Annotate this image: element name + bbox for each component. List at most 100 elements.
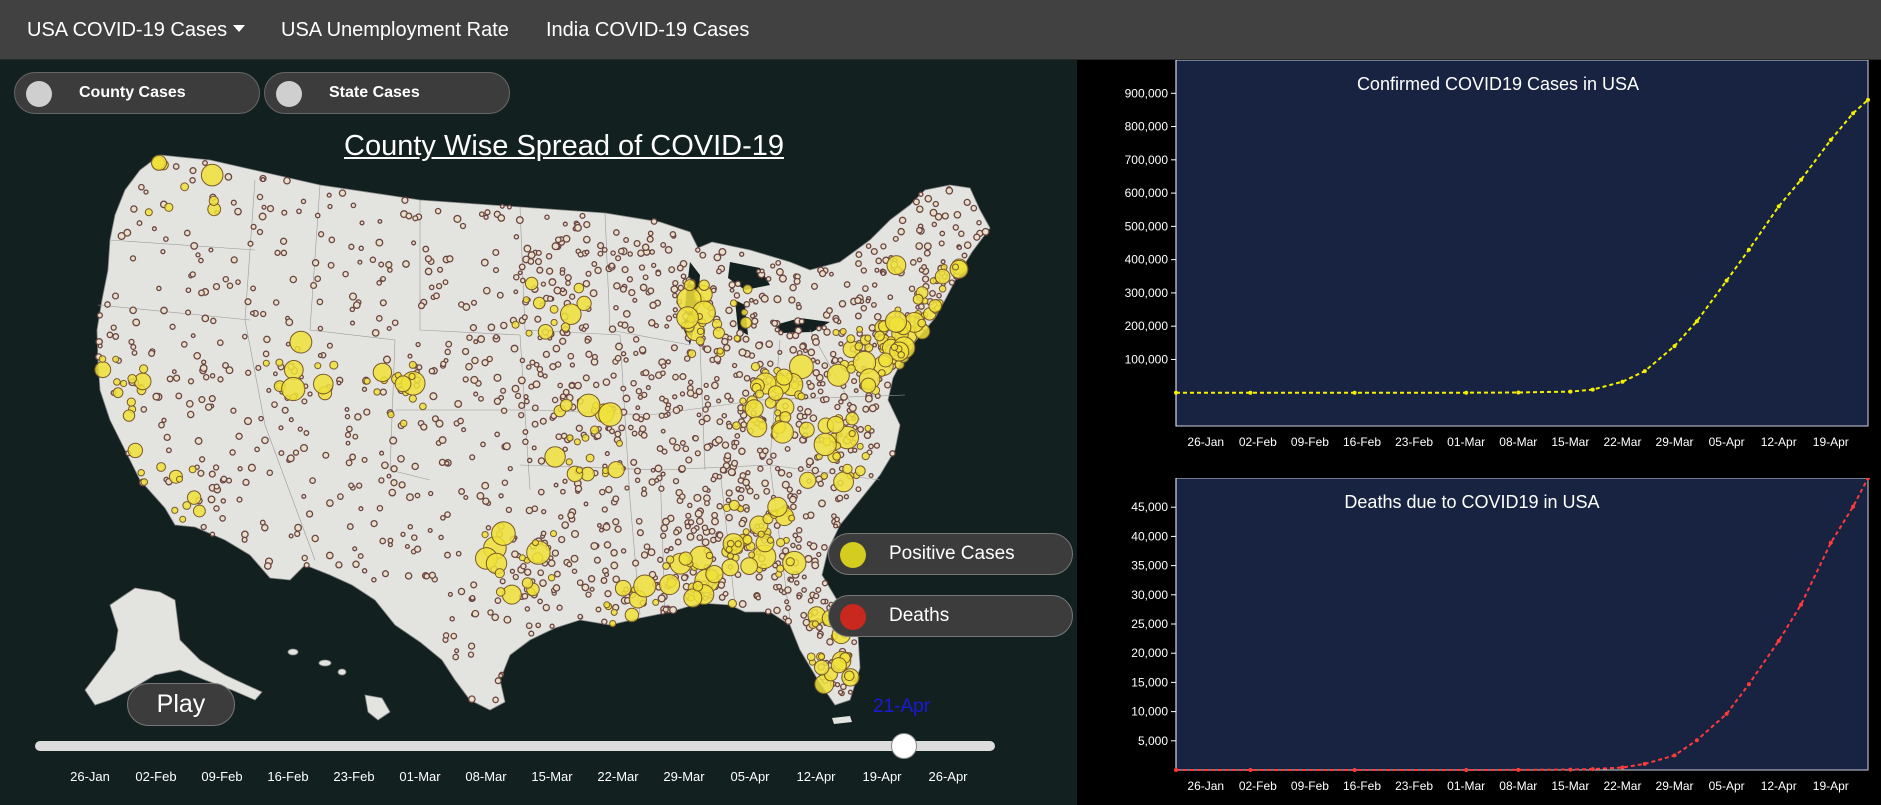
county-dot [245,369,252,376]
county-dot [387,267,393,273]
county-dot [649,249,656,255]
county-dot [229,449,236,456]
positive-cases-button[interactable]: Positive Cases [828,533,1073,575]
county-dot [639,283,648,292]
county-dot [444,511,451,518]
county-dot [660,241,667,248]
case-bubble [179,515,187,523]
case-bubble [912,293,924,305]
county-dot [857,425,865,433]
county-dot [738,447,746,456]
case-bubble [767,496,788,518]
case-bubble [200,163,224,187]
county-dot [481,359,489,367]
x-tick-label: 08-Mar [1499,435,1537,449]
county-dot [506,204,512,210]
county-dot [438,534,444,541]
case-bubble [683,588,703,608]
county-dot [831,356,839,364]
case-bubble [844,670,855,682]
county-dot [637,394,644,400]
case-bubble [846,364,856,374]
county-dot [375,238,384,247]
county-dot [357,259,363,265]
county-dot [786,471,793,478]
county-dot [613,282,621,290]
case-bubble [729,299,738,308]
county-dot [381,570,390,578]
county-dot [695,517,704,526]
county-dot [413,545,422,553]
county-dot [731,459,739,467]
county-dot [417,302,426,310]
county-dot [602,523,611,531]
case-bubble [399,419,408,428]
county-dot [314,275,322,283]
case-bubble [113,378,121,386]
county-dot [587,575,596,583]
deaths-button[interactable]: Deaths [828,595,1073,637]
case-bubble [481,531,489,539]
county-dot [792,532,799,539]
county-dot [540,530,547,537]
county-dot [669,605,678,615]
date-slider-thumb[interactable] [890,733,917,759]
county-dot [217,376,224,383]
play-button[interactable]: Play [127,683,235,726]
case-bubble [832,452,841,461]
county-dot [561,521,570,529]
data-point [1620,379,1625,384]
nav-usa-unemployment[interactable]: USA Unemployment Rate [281,0,509,60]
county-dot [753,299,759,305]
county-dot [775,268,784,276]
county-dot [664,405,671,412]
county-dot [898,216,907,225]
county-dot [718,247,727,256]
county-dot [510,344,519,353]
county-dot [548,278,557,287]
county-dot [570,529,580,539]
county-dot [185,287,192,294]
county-dot [932,200,939,208]
county-dot [542,373,548,379]
slider-tick-label: 01-Mar [399,769,441,784]
nav-item-label: USA Unemployment Rate [281,19,509,41]
county-dot [406,493,414,502]
county-dot [721,337,729,346]
positive-dot-icon [840,542,866,568]
case-bubble [139,364,149,374]
y-tick-label: 800,000 [1125,120,1169,134]
county-dot [519,277,526,284]
date-slider-track[interactable] [35,741,995,751]
case-bubble [861,452,870,461]
county-dot [672,477,680,485]
county-dot [235,432,243,440]
case-bubble [408,360,417,369]
county-dot [884,381,892,389]
county-dot [463,494,469,501]
county-dot [207,495,216,504]
county-dot [694,509,703,518]
county-dot [193,351,202,360]
county-dot [727,468,736,477]
county-dot [435,282,443,290]
county-dot [713,375,720,382]
county-dot [216,339,224,347]
county-dot [453,214,462,223]
county-dot [646,235,654,243]
county-dot [816,632,823,639]
county-dot [129,255,137,262]
county-dot [521,592,529,600]
case-bubble [408,394,417,403]
county-dot [388,488,397,497]
county-dot [437,266,444,273]
case-bubble [610,608,618,616]
case-bubble [633,574,657,598]
county-dot [241,536,248,543]
county-dot [685,512,692,519]
nav-india-covid-cases[interactable]: India COVID-19 Cases [546,0,749,60]
case-bubble [518,554,526,562]
nav-usa-covid-cases[interactable]: USA COVID-19 Cases [27,0,246,60]
case-bubble [728,499,740,511]
county-dot [788,495,797,504]
